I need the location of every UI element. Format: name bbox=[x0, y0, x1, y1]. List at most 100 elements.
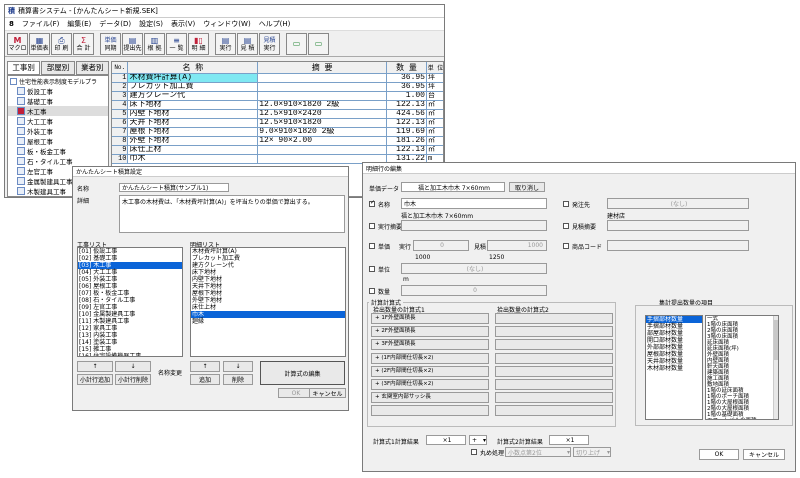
list-item[interactable]: [05] 外装工事 bbox=[78, 276, 182, 283]
formula-term-button[interactable]: + 3F外壁面積長 bbox=[371, 339, 489, 351]
price-cancel-button[interactable]: 取り消し bbox=[509, 182, 545, 192]
sheet-name-input[interactable]: かんたんシート積算(サンプル1) bbox=[119, 183, 229, 192]
list-item[interactable]: [04] 大工工事 bbox=[78, 269, 182, 276]
detail-move-up-button[interactable]: ↑ bbox=[190, 361, 220, 372]
formula-term-button[interactable] bbox=[495, 326, 613, 338]
agg-right-list[interactable]: 一式 1階の床面積 2階の床面積 3階の床面積 延床面積 延床面積(坪) 外壁面積 内壁面積軒… bbox=[705, 315, 779, 420]
unit-select[interactable]: (なし) bbox=[401, 263, 547, 274]
list-item[interactable]: [07] 板・板金工事 bbox=[78, 290, 182, 297]
tab-by-room[interactable]: 部屋別 bbox=[41, 61, 75, 75]
detail-list[interactable]: 木材費坪計算(A) プレカット加工費 建方クレーン代 床下地材 内壁下地材 天井下地材 屋根… bbox=[190, 247, 346, 357]
window-layout-1-button[interactable]: ▭ bbox=[286, 33, 307, 55]
result1-field[interactable]: ×1 bbox=[426, 435, 466, 445]
table-row[interactable]: 5 内壁下地材 12.5×910×2420 424.56 ㎡ bbox=[112, 109, 443, 119]
list-item[interactable]: 屋根下地材 bbox=[191, 290, 345, 297]
unit-checkbox[interactable] bbox=[369, 266, 375, 272]
formula-term-button[interactable] bbox=[495, 313, 613, 324]
round-checkbox[interactable] bbox=[471, 449, 477, 455]
list-item[interactable]: [13] 内装工事 bbox=[78, 332, 182, 339]
list-item[interactable]: 部屋部材数量 bbox=[646, 330, 702, 337]
tree-item[interactable]: 木工事 bbox=[8, 106, 108, 116]
tree-item[interactable]: 仮設工事 bbox=[8, 86, 108, 96]
row-name[interactable]: 巾木 bbox=[127, 154, 259, 164]
list-item[interactable]: [16] 住宅設備機器工事 bbox=[78, 353, 182, 356]
row-note[interactable]: 9.0×910×1820 2級 bbox=[257, 127, 388, 137]
execute-button[interactable]: ▤ 実行 bbox=[215, 33, 236, 55]
row-name[interactable]: プレカット加工費 bbox=[127, 82, 259, 92]
row-name[interactable]: 木材費坪計算(A) bbox=[127, 73, 259, 83]
row-name[interactable]: 内壁下地材 bbox=[127, 109, 259, 119]
formula-term-button[interactable] bbox=[495, 405, 613, 417]
list-item[interactable]: 手摺部材数量 bbox=[646, 316, 702, 323]
sheet-cancel-button[interactable]: キャンセル bbox=[309, 388, 346, 398]
row-unit[interactable]: ㎡ bbox=[426, 100, 443, 110]
menu-data[interactable]: データ(D) bbox=[95, 19, 135, 29]
row-qty[interactable]: 1.00 bbox=[386, 91, 427, 101]
table-row[interactable]: 4 床下地材 12.0×910×1820 2級 122.13 ㎡ bbox=[112, 100, 443, 110]
list-item[interactable]: 屋根部材数量 bbox=[646, 351, 702, 358]
row-unit[interactable]: 台 bbox=[426, 91, 443, 101]
list-item[interactable]: 巾木 bbox=[191, 311, 345, 318]
row-note[interactable]: 12.5×910×2420 bbox=[257, 109, 388, 119]
list-item[interactable]: 床下地材 bbox=[191, 269, 345, 276]
list-item[interactable]: 外部部材数量 bbox=[646, 344, 702, 351]
round-mode-select[interactable]: 切り上げ ▾ bbox=[573, 447, 611, 457]
exec-note-input[interactable] bbox=[401, 220, 547, 231]
row-qty[interactable]: 36.95 bbox=[386, 73, 427, 83]
product-code-checkbox[interactable] bbox=[563, 243, 569, 249]
menu-view[interactable]: 表示(V) bbox=[167, 19, 199, 29]
menu-window[interactable]: ウィンドウ(W) bbox=[199, 19, 254, 29]
detail-ok-button[interactable]: OK bbox=[699, 449, 739, 460]
detail-button[interactable]: ▮▯ 明 細 bbox=[188, 33, 209, 55]
row-name[interactable]: 床下地材 bbox=[127, 100, 259, 110]
formula-term-button[interactable] bbox=[495, 339, 613, 351]
table-row[interactable]: 8 外壁下地材 12× 90×2.00 181.26 ㎡ bbox=[112, 136, 443, 146]
list-item[interactable]: 内壁下地材 bbox=[191, 276, 345, 283]
list-item[interactable]: [06] 屋根工事 bbox=[78, 283, 182, 290]
basis-button[interactable]: ▥ 根 拠 bbox=[144, 33, 165, 55]
agg-scrollbar[interactable] bbox=[773, 316, 778, 419]
formula-term-button[interactable] bbox=[495, 392, 613, 404]
tree-item[interactable]: 大工工事 bbox=[8, 116, 108, 126]
tree-item[interactable]: 板・板金工事 bbox=[8, 146, 108, 156]
print-button[interactable]: ⎙ 印 刷 bbox=[51, 33, 72, 55]
detail-cancel-button[interactable]: キャンセル bbox=[743, 449, 785, 460]
list-item[interactable]: [09] 左官工事 bbox=[78, 304, 182, 311]
tree-item[interactable]: 屋根工事 bbox=[8, 136, 108, 146]
list-item[interactable]: [03] 木工事 bbox=[78, 262, 182, 269]
agg-left-list[interactable]: 手摺部材数量 手摺部材数量 部屋部材数量 開口部材数量 外部部材数量 屋根部材数量 天井部材… bbox=[645, 315, 703, 420]
list-item[interactable]: [15] 雑工事 bbox=[78, 346, 182, 353]
list-item[interactable]: [02] 基礎工事 bbox=[78, 255, 182, 262]
row-unit[interactable]: 坪 bbox=[426, 73, 443, 83]
formula-term-button[interactable]: + 玄関室内部サッシ長 bbox=[371, 392, 489, 404]
table-row[interactable]: 3 建方クレーン代 1.00 台 bbox=[112, 91, 443, 101]
row-name[interactable]: 天井下地材 bbox=[127, 118, 259, 128]
list-item[interactable]: [08] 石・タイル工事 bbox=[78, 297, 182, 304]
list-item[interactable]: 建方クレーン代 bbox=[191, 262, 345, 269]
row-note[interactable] bbox=[257, 145, 388, 155]
menu-help[interactable]: ヘルプ(H) bbox=[255, 19, 295, 29]
price-table-button[interactable]: ▦ 単価表 bbox=[29, 33, 50, 55]
exec-note-checkbox[interactable] bbox=[369, 223, 375, 229]
list-item[interactable]: [11] 木製建具工事 bbox=[78, 318, 182, 325]
row-note[interactable] bbox=[257, 91, 388, 101]
list-item[interactable]: 廻縁 bbox=[191, 318, 345, 325]
row-qty[interactable]: 122.13 bbox=[386, 100, 427, 110]
row-note[interactable] bbox=[257, 73, 388, 83]
qty-checkbox[interactable] bbox=[369, 288, 375, 294]
formula-term-button[interactable]: + 2F外壁面積長 bbox=[371, 326, 489, 338]
table-row[interactable]: 6 天井下地材 12.5×910×1820 122.13 ㎡ bbox=[112, 118, 443, 128]
row-qty[interactable]: 122.13 bbox=[386, 118, 427, 128]
list-item[interactable]: 手摺部材数量 bbox=[646, 323, 702, 330]
qty-input[interactable]: 0 bbox=[401, 285, 547, 296]
tree-item[interactable]: 石・タイル工事 bbox=[8, 156, 108, 166]
table-row[interactable]: 7 屋根下地材 9.0×910×1820 2級 119.69 ㎡ bbox=[112, 127, 443, 137]
window-layout-2-button[interactable]: ▭ bbox=[308, 33, 329, 55]
list-item[interactable]: 床仕上材 bbox=[191, 304, 345, 311]
formula-term-button[interactable] bbox=[495, 352, 613, 364]
list-item[interactable]: エコットバルの面積 bbox=[706, 418, 778, 419]
row-name[interactable]: 外壁下地材 bbox=[127, 136, 259, 146]
list-item[interactable]: [01] 仮設工事 bbox=[78, 248, 182, 255]
work-list[interactable]: [01] 仮設工事 [02] 基礎工事 [03] 木工事 [04] 大工工事 [05] … bbox=[77, 247, 183, 357]
formula-term-button[interactable]: + (2F内部間仕切長×2) bbox=[371, 365, 489, 377]
